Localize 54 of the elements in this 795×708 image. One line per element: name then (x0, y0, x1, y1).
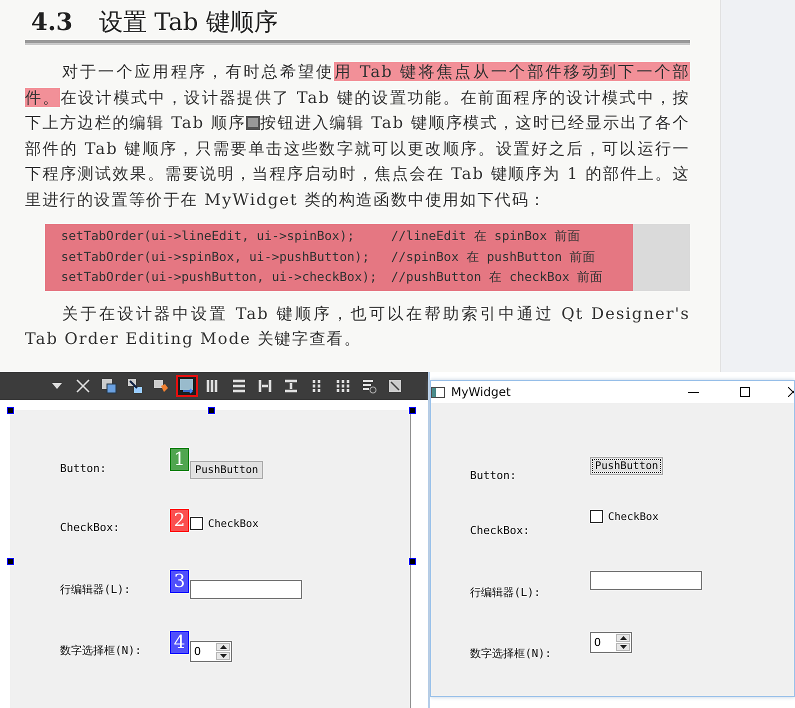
down-arrow-icon[interactable] (220, 654, 226, 658)
section-title: 设置 Tab 键顺序 (98, 7, 278, 38)
field-label: 数字选择框(N): (60, 643, 142, 658)
code-statement: setTabOrder(ui->spinBox, ui->pushButton); (61, 248, 371, 266)
selection-handle[interactable] (409, 407, 416, 414)
down-arrow-icon[interactable] (620, 645, 626, 649)
field-label: Button: (470, 468, 516, 482)
tab-order-icon (246, 116, 260, 130)
widget-edit-icon[interactable] (101, 378, 117, 394)
adjust-size-icon[interactable] (387, 378, 403, 394)
tab-order-badge[interactable]: 3 (170, 570, 189, 593)
tab-order-badge[interactable]: 4 (170, 631, 189, 654)
up-arrow-icon[interactable] (620, 636, 626, 640)
window-title: MyWidget (451, 385, 512, 399)
horizontal-splitter-icon[interactable] (257, 378, 273, 394)
selection-handle[interactable] (208, 407, 215, 414)
vertical-splitter-icon[interactable] (283, 378, 299, 394)
code-comment: //lineEdit 在 spinBox 前面 (391, 227, 581, 245)
field-label: CheckBox: (60, 520, 120, 534)
selection-handle[interactable] (7, 407, 14, 414)
signal-edit-icon[interactable] (127, 378, 143, 394)
body-paragraph: 关于在设计器中设置 Tab 键顺序，也可以在帮助索引中通过 Qt Designer's Tab Order Editing Mode 关键字查看。 (25, 302, 690, 350)
field-label: 行编辑器(L): (470, 585, 540, 600)
vertical-layout-icon[interactable] (231, 378, 247, 394)
checkbox-label: CheckBox (608, 510, 659, 522)
checkbox[interactable] (190, 517, 203, 530)
up-arrow-icon[interactable] (220, 645, 226, 649)
line-edit-field[interactable] (190, 580, 302, 599)
field-label: Button: (60, 461, 106, 475)
code-statement: setTabOrder(ui->pushButton, ui->checkBox); (61, 268, 378, 286)
field-label: 数字选择框(N): (470, 646, 552, 661)
break-layout-icon[interactable] (361, 378, 377, 394)
maximize-icon[interactable] (740, 387, 750, 397)
code-comment: //spinBox 在 pushButton 前面 (391, 248, 596, 266)
field-label: 行编辑器(L): (60, 582, 130, 597)
grid-layout-icon[interactable] (335, 378, 351, 394)
tab-order-icon[interactable] (179, 378, 195, 394)
code-comment: //pushButton 在 checkBox 前面 (391, 268, 604, 286)
checkbox[interactable] (590, 510, 603, 523)
body-paragraph: 对于一个应用程序，有时总希望使 用 Tab 键将焦点从一个部件移动到下一个部件。在设计模式中，设计器提供了 Tab 键的设置功能。在前面程序的设计模式中，按下上方边栏的编辑 Tab 顺序 按钮进入编辑 Tab 键顺序模式，这时已经显示出了各个部件的 Tab 键顺序，只需要单击这些数字就可以更改顺序。设置好之后，可以运行一下程序测试效果。需要说明，当程序启动时，焦点会在 Tab 键顺序为 1 的部件上。这里进行的设置等价于在 MyWidget 类的构造函数中使用如下代码： (25, 61, 690, 210)
push-button[interactable]: PushButton (190, 461, 264, 479)
line-edit-field[interactable] (590, 571, 702, 590)
selection-handle[interactable] (7, 558, 14, 565)
checkbox-label: CheckBox (208, 518, 259, 530)
field-label: CheckBox: (470, 523, 530, 537)
dropdown-arrow-icon[interactable] (52, 383, 62, 389)
spin-box[interactable]: 0 (190, 641, 232, 662)
spin-box[interactable]: 0 (590, 632, 632, 653)
push-button[interactable]: PushButton (590, 457, 664, 475)
selection-handle[interactable] (409, 558, 416, 565)
section-number: 4.3 (31, 7, 73, 36)
buddy-edit-icon[interactable] (153, 378, 169, 394)
close-icon[interactable] (788, 387, 794, 397)
code-statement: setTabOrder(ui->lineEdit, ui->spinBox); (61, 227, 356, 245)
